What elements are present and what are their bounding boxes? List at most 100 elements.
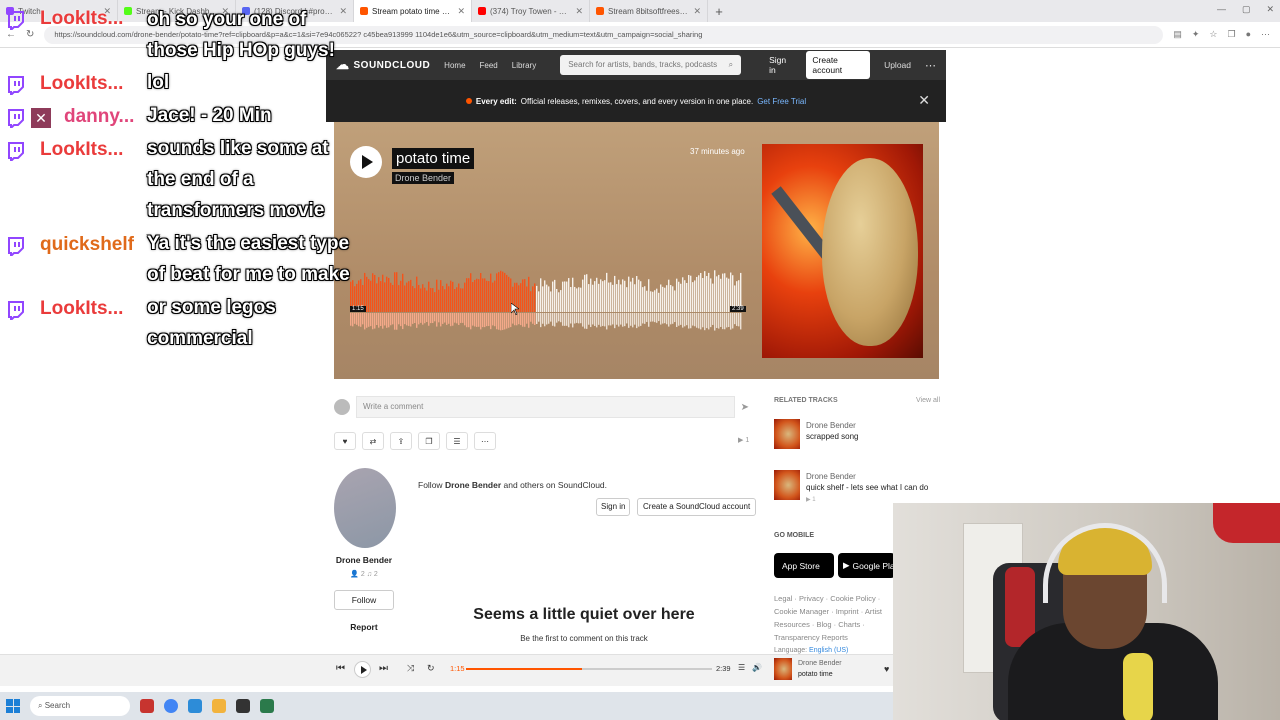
favorites-icon[interactable]: ☆ [1209,29,1217,40]
repeat-icon[interactable]: ↻ [427,663,435,674]
share-button[interactable]: ⇪ [390,432,412,450]
more-button[interactable]: ⋯ [474,432,496,450]
waveform-reflection [590,313,592,328]
upload-link[interactable]: Upload [884,60,911,70]
waveform-reflection [490,313,492,330]
track-actions: ♥ ⇄ ⇪ ❐ ☰ ⋯ [334,432,496,450]
waveform-bar [528,276,530,312]
waveform-bar [540,278,542,312]
related-track-artist[interactable]: Drone Bender [806,472,856,481]
send-comment-icon[interactable]: ➤ [741,402,749,413]
view-all-link[interactable]: View all [916,397,940,404]
add-to-playlist-button[interactable]: ☰ [446,432,468,450]
close-tab-icon[interactable]: ✕ [693,6,701,17]
waveform-reflection [546,313,548,325]
file-explorer-icon[interactable] [212,699,226,713]
shuffle-icon[interactable]: ⤨ [407,663,414,674]
waveform-reflection [684,313,686,327]
waveform-reflection [480,313,482,330]
waveform-bar [548,286,550,312]
edge-icon[interactable] [188,699,202,713]
waveform-bar [582,279,584,312]
settings-more-icon[interactable]: ⋯ [1261,29,1270,40]
obs-icon[interactable] [236,699,250,713]
next-track-icon[interactable]: ⏭ [379,663,388,674]
new-tab-button[interactable]: + [708,4,730,19]
related-track-thumbnail[interactable] [774,470,800,500]
maximize-icon[interactable]: ▢ [1242,4,1251,15]
language-selector[interactable]: Language: English (US) [774,647,848,654]
browser-tab[interactable]: (374) Troy Towen - BAMBINA (Off ✕ [472,0,590,22]
queue-icon[interactable]: ☰ [738,663,745,672]
related-track[interactable]: Drone Bender quick shelf - lets see what… [774,470,944,504]
footer-links[interactable]: Legal · Privacy · Cookie Policy · Cookie… [774,592,894,644]
follow-button[interactable]: Follow [334,590,394,610]
read-aloud-icon[interactable]: ▤ [1173,29,1182,40]
close-tab-icon[interactable]: ✕ [457,6,465,17]
now-playing-artist[interactable]: Drone Bender [798,660,842,667]
windows-taskbar: ⌕ Search [0,692,895,720]
player-progress-bar[interactable] [466,668,712,670]
player-like-icon[interactable]: ♥ [884,664,889,674]
nav-library[interactable]: Library [512,61,536,70]
nav-home[interactable]: Home [444,61,465,70]
repost-button[interactable]: ⇄ [362,432,384,450]
windows-start-icon[interactable] [6,699,20,713]
like-button[interactable]: ♥ [334,432,356,450]
create-account-button[interactable]: Create account [806,51,871,79]
comment-input[interactable]: Write a comment [356,396,735,418]
waveform-bar [698,275,700,312]
minimize-icon[interactable]: — [1217,4,1226,15]
more-options-icon[interactable]: ⋯ [925,59,936,72]
track-artist[interactable]: Drone Bender [392,172,455,184]
app-store-badge[interactable]: App Store [774,553,834,578]
google-play-badge[interactable]: ▶ Google Play [838,553,895,578]
waveform-bar [452,281,454,312]
sign-in-button[interactable]: Sign in [596,498,631,516]
artist-avatar[interactable] [334,468,396,548]
browser-tab[interactable]: Stream 8bitsoftfreestyle by yungb✕ [590,0,708,22]
copy-icon: ❐ [425,436,433,446]
volume-icon[interactable]: 🔊 [752,663,762,672]
search-icon[interactable]: ⌕ [729,55,733,75]
waveform-reflection [634,313,636,325]
profile-icon[interactable]: ● [1246,29,1251,40]
nav-feed[interactable]: Feed [480,61,498,70]
waveform-bar [474,279,476,312]
report-link[interactable]: Report [334,622,394,632]
app-icon[interactable] [140,699,154,713]
taskbar-search[interactable]: ⌕ Search [30,696,130,716]
collections-icon[interactable]: ❐ [1227,29,1235,40]
language-value[interactable]: English (US) [809,647,848,654]
related-track-artist[interactable]: Drone Bender [806,421,856,430]
previous-track-icon[interactable]: ⏮ [336,663,345,674]
player-play-button[interactable] [354,661,371,678]
sign-in-link[interactable]: Sign in [769,55,792,75]
app-icon[interactable] [260,699,274,713]
related-track-thumbnail[interactable] [774,419,800,449]
related-track-title[interactable]: quick shelf - lets see what I can do [806,483,928,492]
waveform[interactable] [350,268,742,334]
copy-link-button[interactable]: ❐ [418,432,440,450]
waveform-bar [534,283,536,312]
chrome-icon[interactable] [164,699,178,713]
waveform-reflection [504,313,506,330]
close-banner-icon[interactable]: ✕ [918,92,930,109]
now-playing-title[interactable]: potato time [798,671,833,678]
waveform-bar [424,287,426,312]
create-soundcloud-account-button[interactable]: Create a SoundCloud account [637,498,757,516]
waveform-reflection [710,313,712,328]
close-tab-icon[interactable]: ✕ [575,6,583,17]
artist-name[interactable]: Drone Bender [334,555,394,565]
extensions-icon[interactable]: ✦ [1192,29,1200,40]
waveform-bar [726,277,728,312]
search-input[interactable]: Search for artists, bands, tracks, podca… [560,55,742,75]
related-track-title[interactable]: scrapped song [806,432,858,441]
related-track[interactable]: Drone Bender scrapped song [774,419,944,453]
free-trial-link[interactable]: Get Free Trial [757,97,806,106]
browser-tab[interactable]: Stream potato time by Drone Ben ✕ [354,0,472,22]
close-window-icon[interactable]: ✕ [1266,4,1274,15]
waveform-bar [612,284,614,312]
now-playing-thumbnail[interactable] [774,658,792,680]
waveform-bar [504,272,506,312]
